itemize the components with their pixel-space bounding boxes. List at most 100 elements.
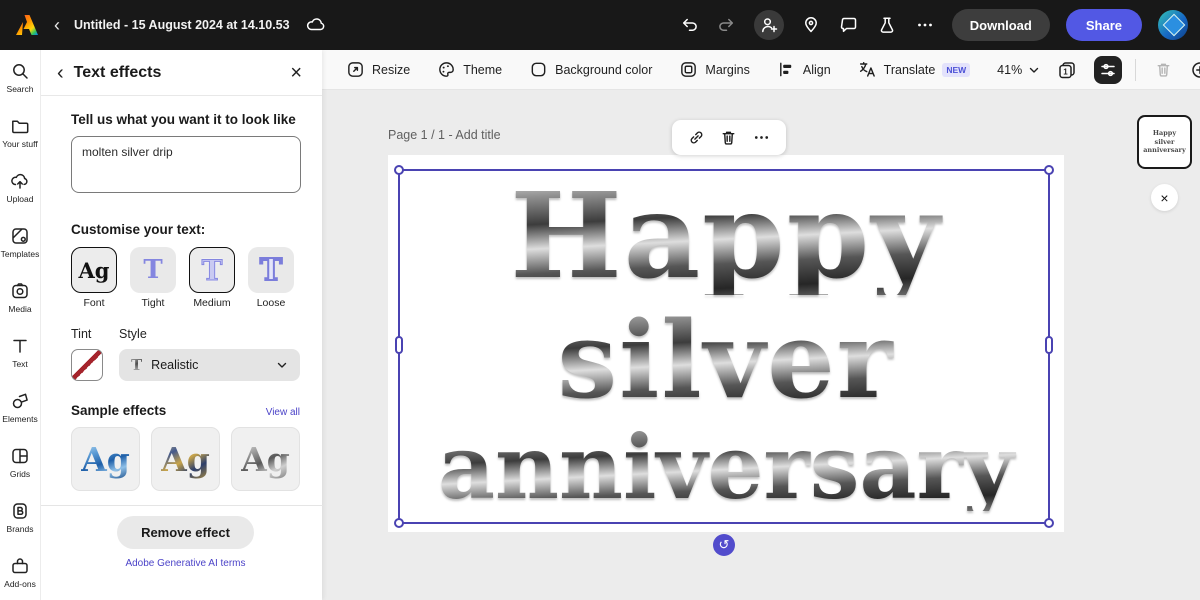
align-icon xyxy=(777,60,796,79)
sidebar-item-add-ons[interactable]: Add-ons xyxy=(0,545,40,600)
sidebar-item-grids[interactable]: Grids xyxy=(0,435,40,490)
sidebar-item-brands[interactable]: Brands xyxy=(0,490,40,545)
resize-handle-bottom-right[interactable] xyxy=(1044,518,1054,528)
toolbar-divider xyxy=(1135,59,1136,81)
adjustments-icon xyxy=(1098,60,1118,80)
zoom-control[interactable]: 41% xyxy=(997,63,1040,77)
design-page[interactable]: Happy silver anniversary ↺ xyxy=(388,155,1064,532)
undo-icon[interactable] xyxy=(678,14,700,36)
upload-cloud-icon xyxy=(10,171,30,191)
panel-back-icon[interactable]: ‹ xyxy=(57,63,64,83)
sample-effect-silver[interactable]: Ag xyxy=(231,427,300,491)
delete-page-button[interactable] xyxy=(1149,56,1177,84)
pages-button[interactable]: 1 xyxy=(1053,56,1081,84)
translate-icon xyxy=(858,60,877,79)
panel-header: ‹ Text effects × xyxy=(41,50,322,96)
new-badge: NEW xyxy=(942,63,970,77)
rotate-handle[interactable]: ↺ xyxy=(713,534,735,556)
sidebar-item-media[interactable]: Media xyxy=(0,270,40,325)
thumbnail-close-icon[interactable]: × xyxy=(1151,184,1178,211)
delete-icon[interactable] xyxy=(717,126,741,150)
sample-effect-blue[interactable]: Ag xyxy=(71,427,140,491)
add-plus-icon xyxy=(1190,60,1200,80)
back-chevron-icon[interactable]: ‹ xyxy=(54,16,60,34)
templates-icon xyxy=(10,226,30,246)
font-glyph: Ag xyxy=(79,258,110,283)
medium-glyph: T xyxy=(202,254,223,287)
comment-icon[interactable] xyxy=(838,14,860,36)
document-title[interactable]: Untitled - 15 August 2024 at 14.10.53 xyxy=(74,18,290,32)
translate-button[interactable]: Translate NEW xyxy=(858,60,971,79)
tint-label: Tint xyxy=(71,327,103,341)
theme-button[interactable]: Theme xyxy=(437,60,502,79)
search-icon xyxy=(10,61,30,81)
resize-handle-middle-right[interactable] xyxy=(1045,336,1053,354)
generative-ai-terms-link[interactable]: Adobe Generative AI terms xyxy=(71,558,300,569)
sample-effect-mosaic[interactable]: Ag xyxy=(151,427,220,491)
sidebar-item-templates[interactable]: Templates xyxy=(0,215,40,270)
add-page-button[interactable]: Add xyxy=(1190,60,1200,80)
properties-button[interactable] xyxy=(1094,56,1122,84)
tint-group: Tint xyxy=(71,327,103,381)
medium-spacing-option[interactable]: T Medium xyxy=(189,247,235,309)
redo-icon[interactable] xyxy=(716,14,738,36)
resize-handle-top-right[interactable] xyxy=(1044,165,1054,175)
more-options-icon[interactable] xyxy=(750,126,774,150)
left-rail: Search Your stuff Upload Templates Media… xyxy=(0,50,40,600)
selection-box[interactable]: ↺ xyxy=(398,169,1050,524)
tight-spacing-option[interactable]: T Tight xyxy=(130,247,176,309)
remove-effect-button[interactable]: Remove effect xyxy=(117,516,254,549)
page-thumbnail[interactable]: Happy silver anniversary xyxy=(1137,115,1192,169)
zoom-value: 41% xyxy=(997,63,1022,77)
panel-close-icon[interactable]: × xyxy=(290,63,302,83)
background-color-button[interactable]: Background color xyxy=(529,60,652,79)
view-all-link[interactable]: View all xyxy=(266,407,300,418)
style-group: Style T Realistic xyxy=(119,327,300,381)
media-icon xyxy=(10,281,30,301)
resize-handle-top-left[interactable] xyxy=(394,165,404,175)
text-effects-panel: ‹ Text effects × Tell us what you want i… xyxy=(40,50,322,600)
panel-divider xyxy=(41,505,323,506)
text-option-row: Ag Font T Tight T Medium T Loose xyxy=(71,247,300,309)
sidebar-item-your-stuff[interactable]: Your stuff xyxy=(0,105,40,160)
more-options-icon[interactable] xyxy=(914,14,936,36)
document-toolbar: Resize Theme Background color Margins Al… xyxy=(322,50,1200,90)
sidebar-item-upload[interactable]: Upload xyxy=(0,160,40,215)
style-preview-glyph: T xyxy=(131,356,142,374)
cloud-sync-icon xyxy=(304,14,326,36)
loose-glyph: T xyxy=(260,253,282,288)
invite-collaborator-icon[interactable] xyxy=(754,10,784,40)
margins-button[interactable]: Margins xyxy=(679,60,749,79)
loose-spacing-option[interactable]: T Loose xyxy=(248,247,294,309)
tint-none-swatch[interactable] xyxy=(71,349,103,381)
sidebar-item-search[interactable]: Search xyxy=(0,50,40,105)
top-bar: ‹ Untitled - 15 August 2024 at 14.10.53 … xyxy=(0,0,1200,50)
prompt-heading: Tell us what you want it to look like xyxy=(71,112,300,127)
brands-icon xyxy=(10,501,30,521)
style-label: Style xyxy=(119,327,300,341)
download-button[interactable]: Download xyxy=(952,9,1050,41)
resize-handle-bottom-left[interactable] xyxy=(394,518,404,528)
sample-effects-row: Ag Ag Ag xyxy=(71,427,300,491)
trash-icon xyxy=(1154,60,1173,79)
style-dropdown[interactable]: T Realistic xyxy=(119,349,300,381)
adobe-express-logo[interactable] xyxy=(14,13,40,37)
link-icon[interactable] xyxy=(684,126,708,150)
resize-button[interactable]: Resize xyxy=(346,60,410,79)
effect-prompt-input[interactable]: molten silver drip xyxy=(71,136,301,193)
sidebar-item-text[interactable]: Text xyxy=(0,325,40,380)
folder-icon xyxy=(10,116,30,136)
elements-icon xyxy=(10,391,30,411)
location-pin-icon[interactable] xyxy=(800,14,822,36)
selection-context-toolbar xyxy=(672,120,786,155)
share-button[interactable]: Share xyxy=(1066,9,1142,41)
account-avatar[interactable] xyxy=(1158,10,1188,40)
sidebar-item-elements[interactable]: Elements xyxy=(0,380,40,435)
font-option[interactable]: Ag Font xyxy=(71,247,117,309)
resize-icon xyxy=(346,60,365,79)
resize-handle-middle-left[interactable] xyxy=(395,336,403,354)
page-label[interactable]: Page 1 / 1 - Add title xyxy=(388,128,501,142)
chevron-down-icon xyxy=(1028,64,1040,76)
align-button[interactable]: Align xyxy=(777,60,831,79)
experiments-flask-icon[interactable] xyxy=(876,14,898,36)
